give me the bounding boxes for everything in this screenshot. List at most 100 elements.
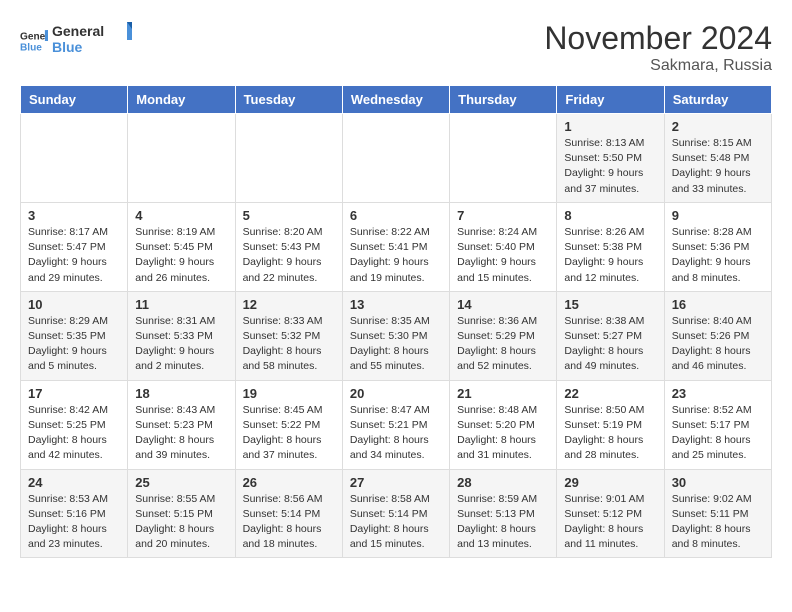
day-number: 30 [672,475,764,490]
calendar-cell: 8Sunrise: 8:26 AMSunset: 5:38 PMDaylight… [557,202,664,291]
day-number: 1 [564,119,656,134]
day-info: Sunrise: 8:38 AMSunset: 5:27 PMDaylight:… [564,314,656,375]
month-title: November 2024 [544,20,772,57]
day-number: 27 [350,475,442,490]
day-number: 22 [564,386,656,401]
day-number: 16 [672,297,764,312]
calendar-week-4: 17 Sunrise: 8:42 AMSunset: 5:25 PMDayligh… [21,380,772,469]
calendar-cell [235,114,342,203]
calendar-cell: 6Sunrise: 8:22 AMSunset: 5:41 PMDaylight… [342,202,449,291]
calendar-cell: 28 Sunrise: 8:59 AMSunset: 5:13 PMDayligh… [450,469,557,558]
calendar-cell: 16 Sunrise: 8:40 AMSunset: 5:26 PMDayligh… [664,291,771,380]
calendar-week-2: 3 Sunrise: 8:17 AMSunset: 5:47 PMDaylight… [21,202,772,291]
calendar-cell: 22 Sunrise: 8:50 AMSunset: 5:19 PMDayligh… [557,380,664,469]
day-info: Sunrise: 8:47 AMSunset: 5:21 PMDaylight:… [350,403,442,464]
day-number: 21 [457,386,549,401]
day-number: 7 [457,208,549,223]
calendar-cell: 17 Sunrise: 8:42 AMSunset: 5:25 PMDayligh… [21,380,128,469]
day-number: 8 [564,208,656,223]
day-info: Sunrise: 8:13 AMSunset: 5:50 PMDaylight:… [564,136,656,197]
calendar-cell: 21 Sunrise: 8:48 AMSunset: 5:20 PMDayligh… [450,380,557,469]
day-number: 26 [243,475,335,490]
day-number: 18 [135,386,227,401]
weekday-header-saturday: Saturday [664,86,771,114]
calendar-cell: 2Sunrise: 8:15 AMSunset: 5:48 PMDaylight… [664,114,771,203]
calendar-cell: 7 Sunrise: 8:24 AMSunset: 5:40 PMDaylight… [450,202,557,291]
day-number: 24 [28,475,120,490]
calendar-cell: 18 Sunrise: 8:43 AMSunset: 5:23 PMDayligh… [128,380,235,469]
day-info: Sunrise: 8:40 AMSunset: 5:26 PMDaylight:… [672,314,764,375]
weekday-header-friday: Friday [557,86,664,114]
day-info: Sunrise: 8:17 AMSunset: 5:47 PMDaylight:… [28,225,120,286]
calendar-week-3: 10 Sunrise: 8:29 AMSunset: 5:35 PMDayligh… [21,291,772,380]
calendar-cell: 26 Sunrise: 8:56 AMSunset: 5:14 PMDayligh… [235,469,342,558]
weekday-header-row: SundayMondayTuesdayWednesdayThursdayFrid… [21,86,772,114]
day-number: 15 [564,297,656,312]
calendar-cell: 29 Sunrise: 9:01 AMSunset: 5:12 PMDayligh… [557,469,664,558]
calendar-cell: 14 Sunrise: 8:36 AMSunset: 5:29 PMDayligh… [450,291,557,380]
calendar-body: 1 Sunrise: 8:13 AMSunset: 5:50 PMDaylight… [21,114,772,558]
day-info: Sunrise: 8:52 AMSunset: 5:17 PMDaylight:… [672,403,764,464]
calendar-cell [21,114,128,203]
day-info: Sunrise: 9:02 AMSunset: 5:11 PMDaylight:… [672,492,764,553]
day-info: Sunrise: 8:15 AMSunset: 5:48 PMDaylight:… [672,136,764,197]
calendar-cell: 27 Sunrise: 8:58 AMSunset: 5:14 PMDayligh… [342,469,449,558]
calendar-week-1: 1 Sunrise: 8:13 AMSunset: 5:50 PMDaylight… [21,114,772,203]
logo-svg: General Blue [52,20,132,58]
day-number: 17 [28,386,120,401]
day-info: Sunrise: 8:31 AMSunset: 5:33 PMDaylight:… [135,314,227,375]
day-info: Sunrise: 8:36 AMSunset: 5:29 PMDaylight:… [457,314,549,375]
day-number: 12 [243,297,335,312]
day-info: Sunrise: 8:22 AMSunset: 5:41 PMDaylight:… [350,225,442,286]
day-info: Sunrise: 8:55 AMSunset: 5:15 PMDaylight:… [135,492,227,553]
page-header: General Blue General Blue November 2024 … [20,20,772,75]
day-number: 29 [564,475,656,490]
day-number: 9 [672,208,764,223]
calendar-cell: 9 Sunrise: 8:28 AMSunset: 5:36 PMDaylight… [664,202,771,291]
calendar-cell: 1 Sunrise: 8:13 AMSunset: 5:50 PMDaylight… [557,114,664,203]
weekday-header-sunday: Sunday [21,86,128,114]
calendar-cell: 24 Sunrise: 8:53 AMSunset: 5:16 PMDayligh… [21,469,128,558]
calendar-cell [342,114,449,203]
day-info: Sunrise: 8:59 AMSunset: 5:13 PMDaylight:… [457,492,549,553]
weekday-header-tuesday: Tuesday [235,86,342,114]
day-number: 19 [243,386,335,401]
day-number: 3 [28,208,120,223]
day-info: Sunrise: 9:01 AMSunset: 5:12 PMDaylight:… [564,492,656,553]
weekday-header-wednesday: Wednesday [342,86,449,114]
day-info: Sunrise: 8:33 AMSunset: 5:32 PMDaylight:… [243,314,335,375]
day-number: 25 [135,475,227,490]
day-info: Sunrise: 8:43 AMSunset: 5:23 PMDaylight:… [135,403,227,464]
day-number: 14 [457,297,549,312]
day-info: Sunrise: 8:48 AMSunset: 5:20 PMDaylight:… [457,403,549,464]
title-block: November 2024 Sakmara, Russia [544,20,772,75]
day-number: 28 [457,475,549,490]
day-info: Sunrise: 8:20 AMSunset: 5:43 PMDaylight:… [243,225,335,286]
calendar-cell: 30 Sunrise: 9:02 AMSunset: 5:11 PMDayligh… [664,469,771,558]
calendar-cell: 23 Sunrise: 8:52 AMSunset: 5:17 PMDayligh… [664,380,771,469]
weekday-header-thursday: Thursday [450,86,557,114]
calendar-cell: 25 Sunrise: 8:55 AMSunset: 5:15 PMDayligh… [128,469,235,558]
calendar-cell [450,114,557,203]
day-info: Sunrise: 8:28 AMSunset: 5:36 PMDaylight:… [672,225,764,286]
day-info: Sunrise: 8:56 AMSunset: 5:14 PMDaylight:… [243,492,335,553]
day-number: 4 [135,208,227,223]
calendar-week-5: 24 Sunrise: 8:53 AMSunset: 5:16 PMDayligh… [21,469,772,558]
calendar-cell: 5Sunrise: 8:20 AMSunset: 5:43 PMDaylight… [235,202,342,291]
svg-text:Blue: Blue [20,43,42,54]
day-number: 23 [672,386,764,401]
day-number: 20 [350,386,442,401]
day-info: Sunrise: 8:58 AMSunset: 5:14 PMDaylight:… [350,492,442,553]
calendar-cell: 15 Sunrise: 8:38 AMSunset: 5:27 PMDayligh… [557,291,664,380]
day-info: Sunrise: 8:29 AMSunset: 5:35 PMDaylight:… [28,314,120,375]
svg-text:General: General [20,32,48,43]
calendar-table: SundayMondayTuesdayWednesdayThursdayFrid… [20,85,772,558]
day-number: 10 [28,297,120,312]
day-info: Sunrise: 8:42 AMSunset: 5:25 PMDaylight:… [28,403,120,464]
logo: General Blue General Blue [20,20,132,63]
day-info: Sunrise: 8:24 AMSunset: 5:40 PMDaylight:… [457,225,549,286]
weekday-header-monday: Monday [128,86,235,114]
svg-text:General: General [52,23,104,39]
day-info: Sunrise: 8:53 AMSunset: 5:16 PMDaylight:… [28,492,120,553]
day-info: Sunrise: 8:50 AMSunset: 5:19 PMDaylight:… [564,403,656,464]
